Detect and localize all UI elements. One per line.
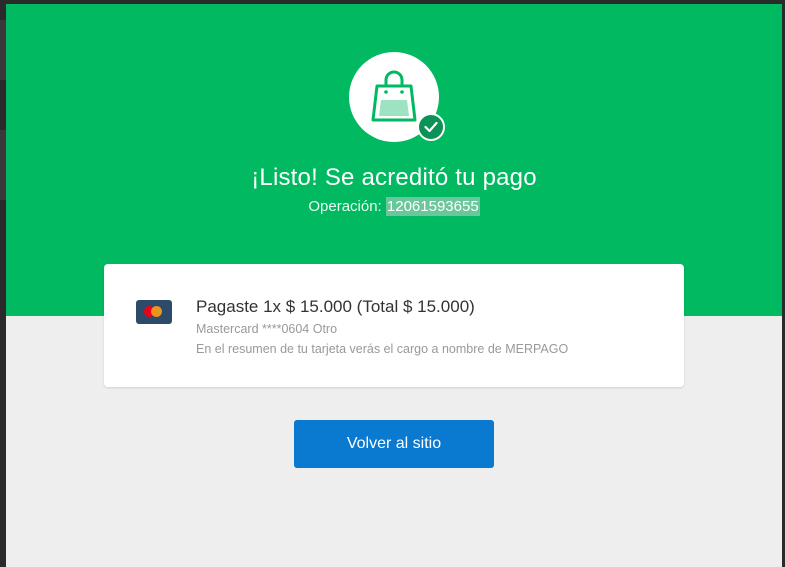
card-detail: Mastercard ****0604 Otro bbox=[196, 322, 338, 336]
statement-note: En el resumen de tu tarjeta verás el car… bbox=[196, 342, 569, 356]
page-title: ¡Listo! Se acreditó tu pago bbox=[251, 164, 537, 191]
payment-amount: Pagaste 1x $ 15.000 (Total $ 15.000) bbox=[196, 297, 475, 316]
check-icon bbox=[417, 113, 445, 141]
mastercard-orange-circle bbox=[151, 306, 162, 317]
payment-success-modal: ¡Listo! Se acreditó tu pago Operación: 1… bbox=[6, 4, 782, 567]
back-to-site-button[interactable]: Volver al sitio bbox=[294, 420, 494, 468]
payment-summary-card: Pagaste 1x $ 15.000 (Total $ 15.000) Mas… bbox=[104, 264, 684, 387]
operation-number[interactable]: 12061593655 bbox=[385, 197, 480, 216]
operation-label: Operación: bbox=[308, 198, 386, 215]
mastercard-icon bbox=[136, 300, 172, 324]
operation-info: Operación: 12061593655 bbox=[6, 197, 782, 216]
shopping-bag-icon bbox=[371, 70, 417, 122]
